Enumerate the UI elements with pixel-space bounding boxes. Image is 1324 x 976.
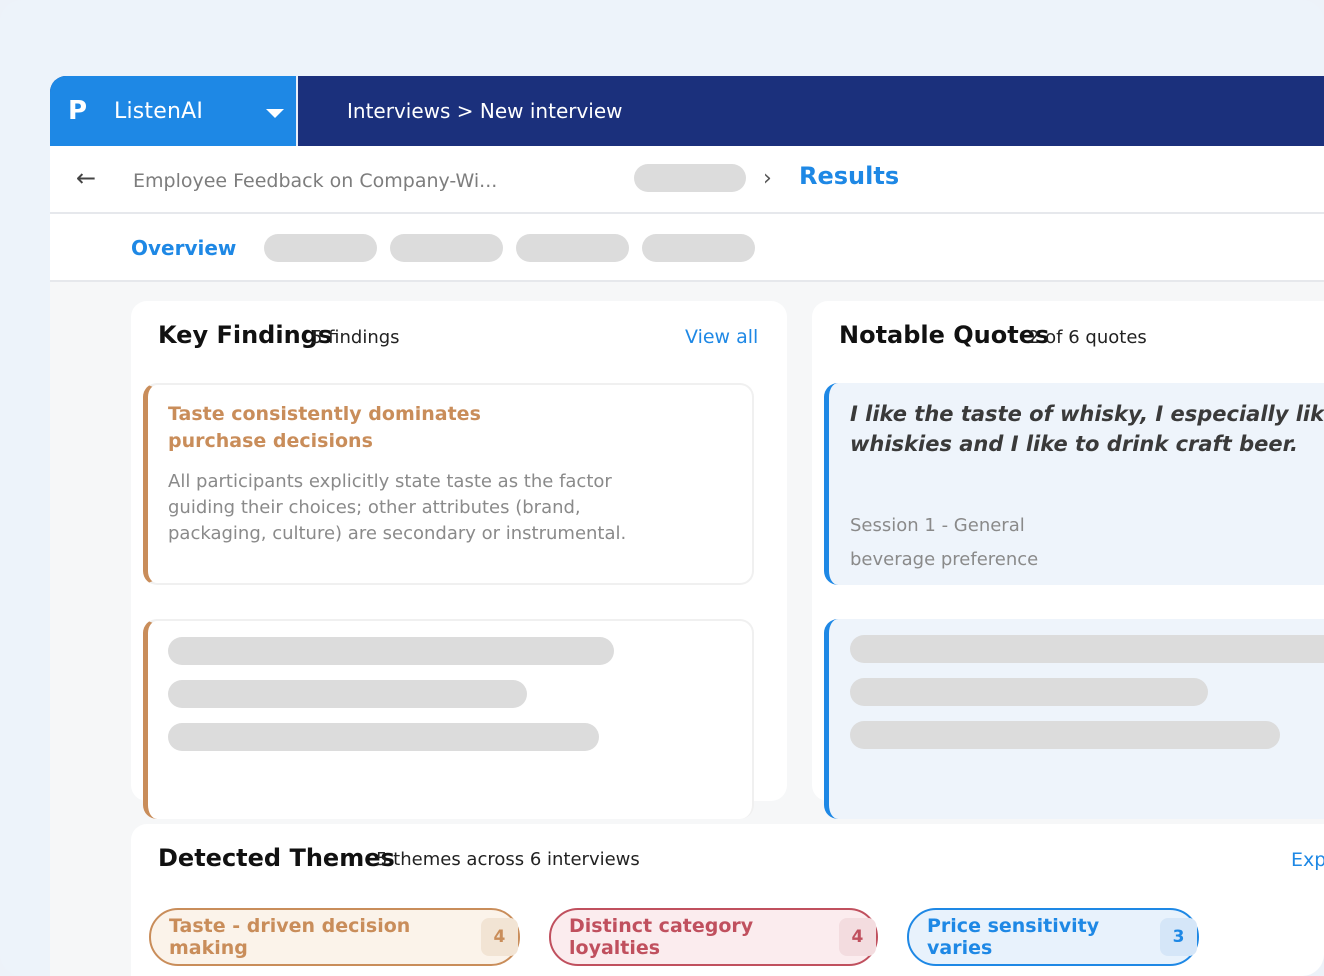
theme-chip-price[interactable]: Price sensitivity varies 3	[907, 908, 1199, 966]
caret-down-icon[interactable]	[266, 109, 284, 118]
arrow-left-icon[interactable]: ←	[76, 166, 96, 190]
sub-header: ← Employee Feedback on Company-Wi... › R…	[50, 146, 1324, 214]
quote-session: Session 1 - General	[850, 515, 1025, 536]
key-findings-count: 5 findings	[311, 327, 400, 348]
app-name: ListenAI	[114, 98, 204, 124]
tab-overview[interactable]: Overview	[131, 236, 236, 260]
document-title[interactable]: Employee Feedback on Company-Wi...	[133, 170, 497, 192]
quote-source: Session 1 - General beverage preference	[850, 509, 1038, 577]
quote-text: I like the taste of whisky, I especially…	[850, 399, 1324, 459]
quote-line: whiskies and I like to drink craft beer.	[850, 432, 1298, 456]
theme-count-badge: 4	[838, 918, 876, 956]
quote-card[interactable]: I like the taste of whisky, I especially…	[824, 383, 1324, 585]
breadcrumb-placeholder	[634, 164, 746, 192]
text-placeholder	[168, 637, 614, 665]
detected-themes-card: Detected Themes 5 themes across 6 interv…	[131, 824, 1324, 976]
quote-topic: beverage preference	[850, 549, 1039, 570]
tab-placeholder	[642, 234, 755, 262]
tab-placeholder	[516, 234, 629, 262]
text-placeholder	[850, 678, 1208, 706]
key-findings-card: Key Findings 5 findings View all Taste c…	[131, 301, 787, 819]
detected-themes-title: Detected Themes	[158, 844, 395, 872]
finding-card-loading	[143, 619, 754, 819]
notable-quotes-title: Notable Quotes	[839, 321, 1050, 349]
view-all-link[interactable]: View all	[685, 326, 758, 348]
tab-placeholder	[264, 234, 377, 262]
breadcrumb-current: Results	[799, 162, 900, 190]
chevron-right-icon: ›	[763, 166, 772, 191]
app-frame: P ListenAI Interviews > New interview ← …	[0, 0, 1324, 976]
key-findings-title: Key Findings	[158, 321, 333, 349]
theme-chip-loyalty[interactable]: Distinct category loyalties 4	[549, 908, 878, 966]
app-window: P ListenAI Interviews > New interview ← …	[50, 76, 1324, 976]
text-placeholder	[850, 635, 1324, 663]
text-placeholder	[168, 723, 599, 751]
notable-quotes-count: 2 of 6 quotes	[1028, 327, 1147, 348]
theme-chip-taste[interactable]: Taste - driven decision making 4	[149, 908, 520, 966]
finding-card[interactable]: Taste consistently dominates purchase de…	[143, 383, 754, 585]
theme-count-badge: 4	[480, 918, 518, 956]
top-bar: P ListenAI Interviews > New interview	[50, 76, 1324, 146]
quote-line: I like the taste of whisky, I especially…	[850, 402, 1324, 426]
finding-title: Taste consistently dominates purchase de…	[168, 403, 481, 452]
text-placeholder	[168, 680, 527, 708]
text-placeholder	[850, 721, 1280, 749]
theme-label: Price sensitivity varies	[927, 915, 1100, 959]
tab-bar: Overview	[50, 214, 1324, 282]
theme-label: Taste - driven decision making	[169, 915, 411, 959]
workspace-switcher[interactable]: P ListenAI	[50, 76, 298, 146]
finding-body: All participants explicitly state taste …	[168, 471, 627, 544]
top-breadcrumb[interactable]: Interviews > New interview	[347, 99, 623, 123]
notable-quotes-card: Notable Quotes 2 of 6 quotes I like the …	[812, 301, 1324, 819]
tab-placeholder	[390, 234, 503, 262]
theme-label: Distinct category loyalties	[569, 915, 754, 959]
detected-themes-count: 5 themes across 6 interviews	[376, 849, 640, 870]
quote-card-loading	[824, 619, 1324, 819]
expand-link[interactable]: Exp	[1291, 849, 1324, 871]
listenai-logo-icon: P	[68, 96, 88, 126]
theme-count-badge: 3	[1160, 918, 1197, 956]
